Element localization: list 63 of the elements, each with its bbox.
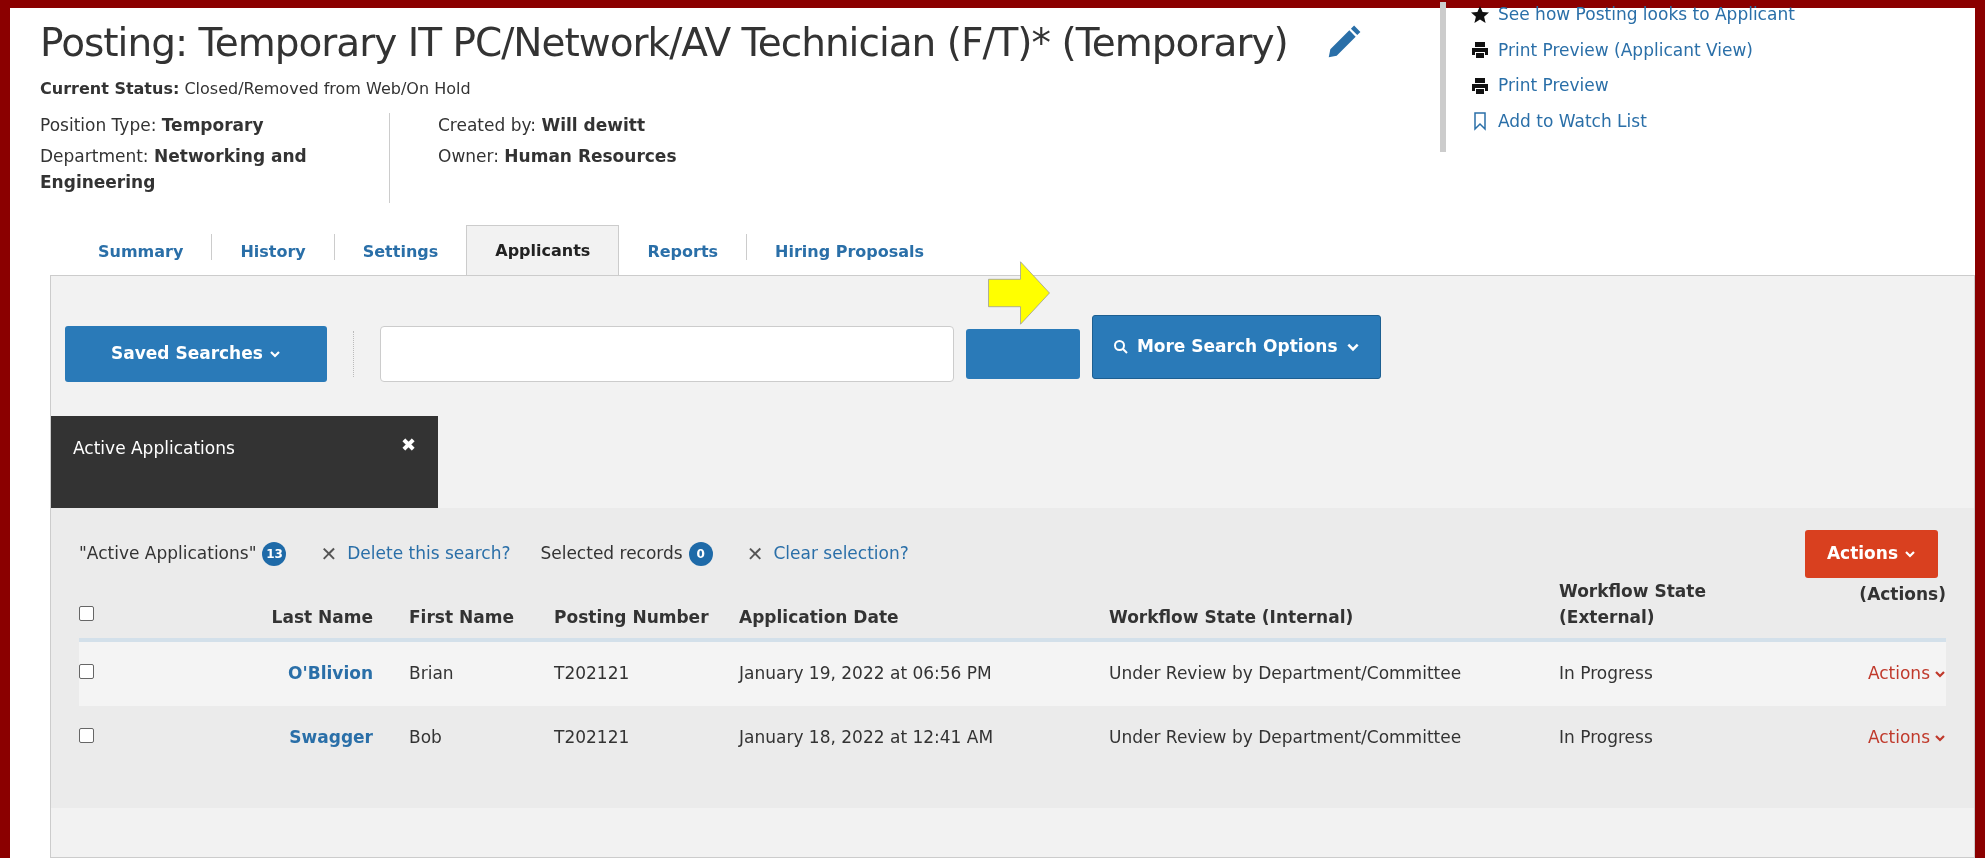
search-icon	[1112, 339, 1129, 355]
name-link[interactable]: Swagger	[289, 727, 373, 748]
table-cell: January 18, 2022 at 12:41 AM	[739, 727, 994, 748]
column-header: (Actions)	[1859, 584, 1946, 604]
side-link[interactable]: Add to Watch List	[1470, 108, 1795, 134]
more-search-options-button[interactable]: More Search Options	[1091, 315, 1381, 379]
column-header: Posting Number	[554, 606, 709, 627]
detail-text: Position Type: Temporary	[40, 113, 265, 137]
table-cell: T202121	[554, 727, 630, 748]
table-cell: In Progress	[1559, 663, 1653, 684]
saved-search-tab-label: Active Applications	[73, 437, 235, 460]
status-text: Current Status: Closed/Removed from Web/On Hold	[40, 77, 472, 100]
delete-icon[interactable]: ✕	[320, 539, 338, 569]
tab[interactable]: Settings	[334, 229, 467, 275]
detail-text: Owner: Human Resources	[438, 145, 677, 168]
table-cell: Bob	[409, 727, 442, 748]
clear-icon[interactable]: ✕	[746, 539, 764, 569]
count-badge: 0	[688, 542, 713, 566]
table-cell: T202121	[554, 663, 630, 684]
table-cell: Under Review by Department/Committee	[1109, 663, 1462, 684]
clear-selection-link[interactable]: Clear selection?	[773, 541, 909, 567]
star-icon	[1470, 4, 1490, 25]
table-cell: January 19, 2022 at 06:56 PM	[739, 663, 992, 684]
column-header: Workflow State (Internal)	[1109, 606, 1354, 627]
chevron-down-icon	[1904, 548, 1916, 560]
checkbox[interactable]	[79, 728, 94, 744]
chevron-down-icon	[268, 348, 281, 360]
saved-searches-button[interactable]: Saved Searches	[65, 326, 327, 382]
row-actions-button[interactable]: Actions	[1867, 725, 1946, 751]
detail-text: Department: Networking and Engineering	[40, 145, 308, 194]
column-header: First Name	[409, 606, 514, 627]
count-badge: 13	[262, 542, 287, 566]
column-header: Application Date	[739, 606, 899, 627]
column-header: Workflow State (External)	[1559, 581, 1706, 627]
tab[interactable]: History	[212, 229, 334, 275]
actions-button[interactable]: Actions	[1804, 530, 1938, 578]
table-cell: Brian	[409, 663, 454, 684]
delete-search-link[interactable]: Delete this search?	[347, 541, 511, 567]
printer-icon	[1470, 40, 1490, 61]
chevron-down-icon	[1934, 668, 1946, 680]
side-link[interactable]: See how Posting looks to Applicant	[1470, 2, 1795, 28]
table-cell: In Progress	[1559, 727, 1653, 748]
side-link[interactable]: Print Preview	[1470, 73, 1795, 99]
tab[interactable]: Summary	[70, 229, 212, 275]
close-button[interactable]: ✖	[400, 436, 416, 454]
search-field[interactable]	[379, 326, 954, 382]
row-actions-button[interactable]: Actions	[1867, 661, 1946, 687]
tab[interactable]: Hiring Proposals	[747, 229, 953, 275]
search-name: "Active Applications"	[79, 542, 257, 566]
page-title: Posting: Temporary IT PC/Network/AV Technician (F/T)* (Temporary)	[40, 19, 1288, 67]
chevron-down-icon	[1934, 732, 1946, 744]
tab[interactable]: Applicants	[466, 225, 620, 275]
selected-records-label: Selected records	[540, 542, 683, 566]
arrow-icon	[985, 261, 1052, 325]
checkbox[interactable]	[79, 605, 94, 621]
table-cell: Under Review by Department/Committee	[1109, 727, 1462, 748]
column-header: Last Name	[271, 606, 373, 627]
name-link[interactable]: O'Blivion	[288, 663, 373, 684]
printer-icon	[1470, 75, 1490, 96]
side-link[interactable]: Print Preview (Applicant View)	[1470, 37, 1795, 63]
tab[interactable]: Reports	[619, 229, 747, 275]
checkbox[interactable]	[79, 664, 94, 680]
detail-text: Created by: Will dewitt	[438, 113, 647, 137]
